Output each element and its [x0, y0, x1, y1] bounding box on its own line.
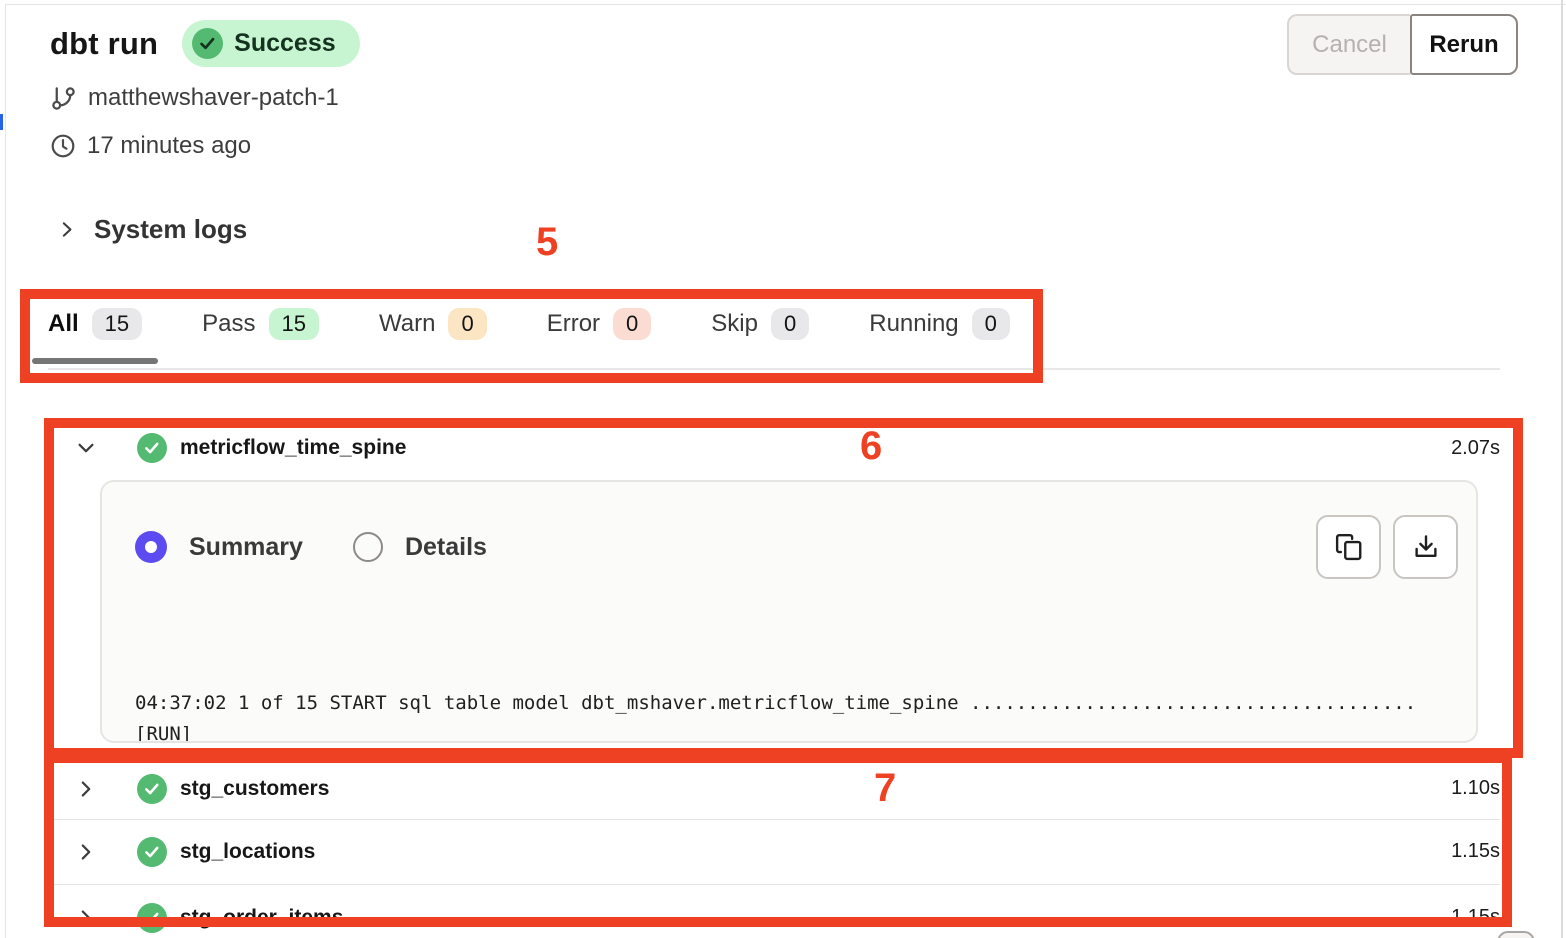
- time-ago: 17 minutes ago: [87, 132, 251, 160]
- tab-label: Pass: [202, 310, 255, 338]
- page-title: dbt run: [50, 26, 158, 62]
- result-filter-tabs: All 15 Pass 15 Warn 0 Error 0 Skip 0 Run…: [48, 300, 1500, 370]
- model-duration: 1.15s: [1451, 840, 1500, 863]
- tab-label: All: [48, 310, 79, 338]
- status-label: Success: [234, 29, 335, 58]
- download-icon: [1411, 532, 1441, 562]
- radio-unselected-icon[interactable]: [353, 532, 383, 562]
- model-name: stg_customers: [180, 777, 329, 801]
- text-cursor-artifact: [0, 114, 3, 130]
- copy-icon: [1334, 532, 1364, 562]
- tab-label: Warn: [379, 310, 435, 338]
- success-check-icon: [137, 774, 167, 804]
- branch-row: matthewshaver-patch-1: [50, 84, 339, 112]
- log-output: 04:37:02 1 of 15 START sql table model d…: [135, 626, 1443, 743]
- tab-label: Skip: [711, 310, 758, 338]
- tab-pass[interactable]: Pass 15: [202, 300, 319, 360]
- tab-count-badge: 15: [92, 308, 142, 340]
- details-radio-option[interactable]: Details: [353, 532, 487, 562]
- success-check-icon: [137, 903, 167, 933]
- model-duration: 1.15s: [1451, 906, 1500, 929]
- download-logs-button[interactable]: [1393, 515, 1458, 579]
- tab-count-badge: 15: [269, 308, 319, 340]
- success-check-icon: [137, 837, 167, 867]
- model-duration: 2.07s: [1451, 437, 1500, 460]
- details-label: Details: [405, 533, 487, 562]
- annotation-number-5: 5: [536, 220, 558, 265]
- chevron-right-icon[interactable]: [75, 841, 97, 863]
- log-line: 04:37:02 1 of 15 START sql table model d…: [135, 688, 1443, 743]
- tab-skip[interactable]: Skip 0: [711, 300, 809, 360]
- tab-label: Error: [547, 310, 600, 338]
- model-row-metricflow-time-spine[interactable]: metricflow_time_spine 2.07s: [48, 425, 1500, 471]
- tab-count-badge: 0: [972, 308, 1010, 340]
- tab-count-badge: 0: [613, 308, 651, 340]
- log-card: Summary Details 04:37:02 1 of 15 START s…: [100, 480, 1478, 743]
- panel-top-border: [5, 4, 1566, 5]
- summary-label: Summary: [189, 533, 303, 562]
- copy-logs-button[interactable]: [1316, 515, 1381, 579]
- dbt-run-detail-page: dbt run Success matthewshaver-patch-1 17…: [0, 0, 1566, 938]
- model-row-stg-customers[interactable]: stg_customers 1.10s: [48, 758, 1500, 819]
- tab-count-badge: 0: [771, 308, 809, 340]
- time-row: 17 minutes ago: [50, 132, 251, 160]
- tab-all[interactable]: All 15: [48, 300, 142, 360]
- rerun-button[interactable]: Rerun: [1410, 14, 1518, 75]
- chevron-right-icon: [56, 219, 77, 240]
- run-actions: Cancel Rerun: [1287, 14, 1518, 75]
- chevron-down-icon[interactable]: [75, 437, 97, 459]
- model-row-stg-order-items[interactable]: stg_order_items 1.15s: [48, 884, 1500, 938]
- model-row-stg-locations[interactable]: stg_locations 1.15s: [48, 819, 1500, 883]
- model-name: stg_order_items: [180, 906, 343, 930]
- radio-selected-icon[interactable]: [135, 531, 167, 563]
- model-duration: 1.10s: [1451, 777, 1500, 800]
- success-check-icon: [137, 433, 167, 463]
- panel-left-border: [5, 4, 6, 938]
- tab-label: Running: [869, 310, 958, 338]
- scrollbar-track[interactable]: [1561, 0, 1563, 938]
- tab-warn[interactable]: Warn 0: [379, 300, 487, 360]
- status-badge: Success: [182, 20, 359, 67]
- summary-radio-option[interactable]: Summary: [135, 531, 303, 563]
- chevron-right-icon[interactable]: [75, 907, 97, 929]
- chevron-right-icon[interactable]: [75, 778, 97, 800]
- model-name: stg_locations: [180, 840, 315, 864]
- cancel-button[interactable]: Cancel: [1287, 14, 1410, 75]
- partial-button-cutoff: [1497, 931, 1535, 938]
- tab-error[interactable]: Error 0: [547, 300, 652, 360]
- branch-name: matthewshaver-patch-1: [88, 84, 339, 112]
- tab-count-badge: 0: [448, 308, 486, 340]
- git-branch-icon: [50, 85, 77, 112]
- system-logs-toggle[interactable]: System logs: [56, 214, 247, 245]
- success-check-icon: [192, 28, 223, 59]
- system-logs-label: System logs: [94, 214, 247, 245]
- clock-icon: [50, 133, 76, 159]
- tab-running[interactable]: Running 0: [869, 300, 1010, 360]
- run-header: dbt run Success: [50, 20, 360, 67]
- model-name: metricflow_time_spine: [180, 436, 406, 460]
- log-toolbar: Summary Details: [135, 514, 1458, 580]
